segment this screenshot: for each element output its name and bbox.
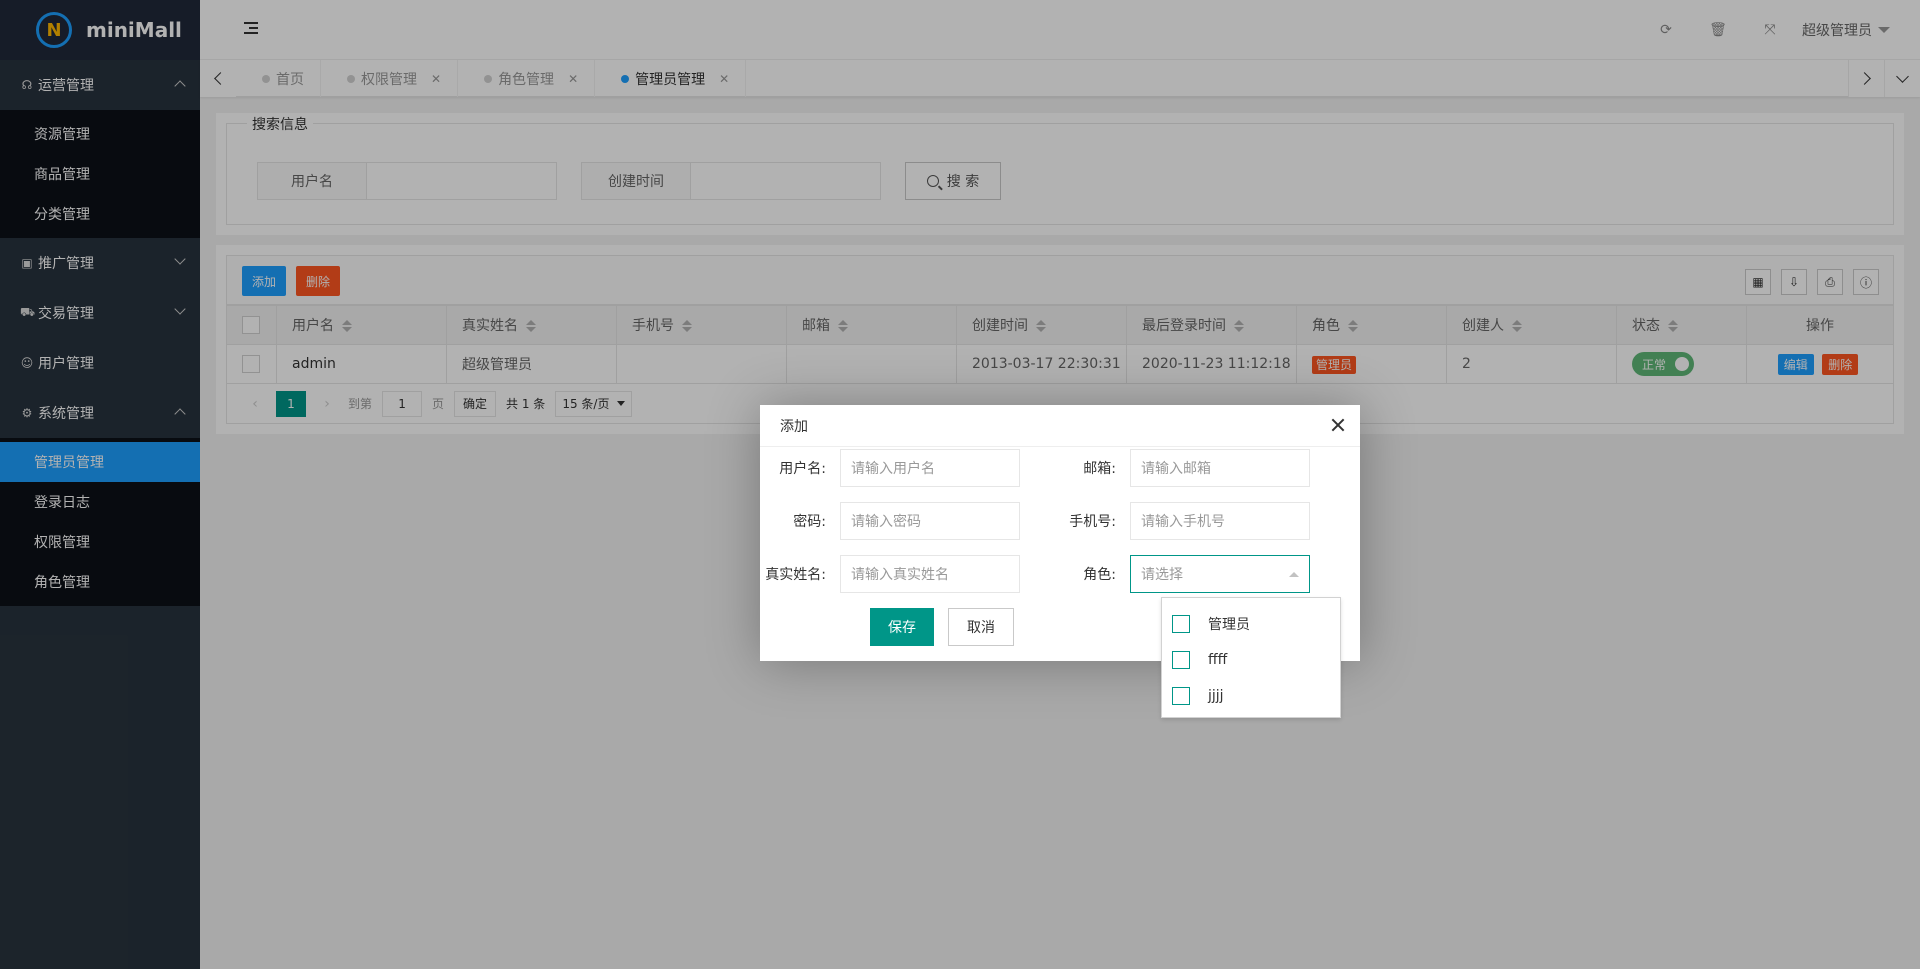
close-icon[interactable] [1330, 417, 1346, 433]
phone-label: 手机号: [1069, 514, 1116, 530]
realname-row: 真实姓名: 请输入真实姓名 [760, 555, 1020, 593]
password-label: 密码: [793, 514, 826, 530]
realname-label: 真实姓名: [765, 567, 826, 583]
role-option[interactable]: 管理员 [1162, 606, 1340, 642]
role-option-checkbox[interactable] [1172, 687, 1190, 705]
realname-input[interactable]: 请输入真实姓名 [840, 555, 1020, 593]
caret-up-icon [1289, 572, 1299, 577]
role-option-label: 管理员 [1208, 617, 1250, 633]
role-select-placeholder: 请选择 [1141, 567, 1183, 583]
username-label: 用户名: [779, 461, 826, 477]
username-row: 用户名: 请输入用户名 [760, 449, 1020, 487]
role-row: 角色: 请选择 [1050, 555, 1310, 593]
role-option[interactable]: ffff [1162, 642, 1340, 678]
password-input[interactable]: 请输入密码 [840, 502, 1020, 540]
email-label: 邮箱: [1083, 461, 1116, 477]
dialog-title: 添加 [760, 405, 1360, 447]
phone-row: 手机号: 请输入手机号 [1050, 502, 1310, 540]
role-option-checkbox[interactable] [1172, 651, 1190, 669]
cancel-button[interactable]: 取消 [948, 608, 1014, 646]
email-input[interactable]: 请输入邮箱 [1130, 449, 1310, 487]
role-select[interactable]: 请选择 [1130, 555, 1310, 593]
role-option-label: ffff [1208, 652, 1228, 668]
role-dropdown: 管理员 ffff jjjj [1161, 597, 1341, 718]
role-option-label: jjjj [1208, 688, 1224, 704]
password-row: 密码: 请输入密码 [760, 502, 1020, 540]
phone-input[interactable]: 请输入手机号 [1130, 502, 1310, 540]
save-button[interactable]: 保存 [870, 608, 934, 646]
username-input[interactable]: 请输入用户名 [840, 449, 1020, 487]
role-option[interactable]: jjjj [1162, 678, 1340, 714]
role-option-checkbox[interactable] [1172, 615, 1190, 633]
role-label: 角色: [1083, 567, 1116, 583]
email-row: 邮箱: 请输入邮箱 [1050, 449, 1310, 487]
